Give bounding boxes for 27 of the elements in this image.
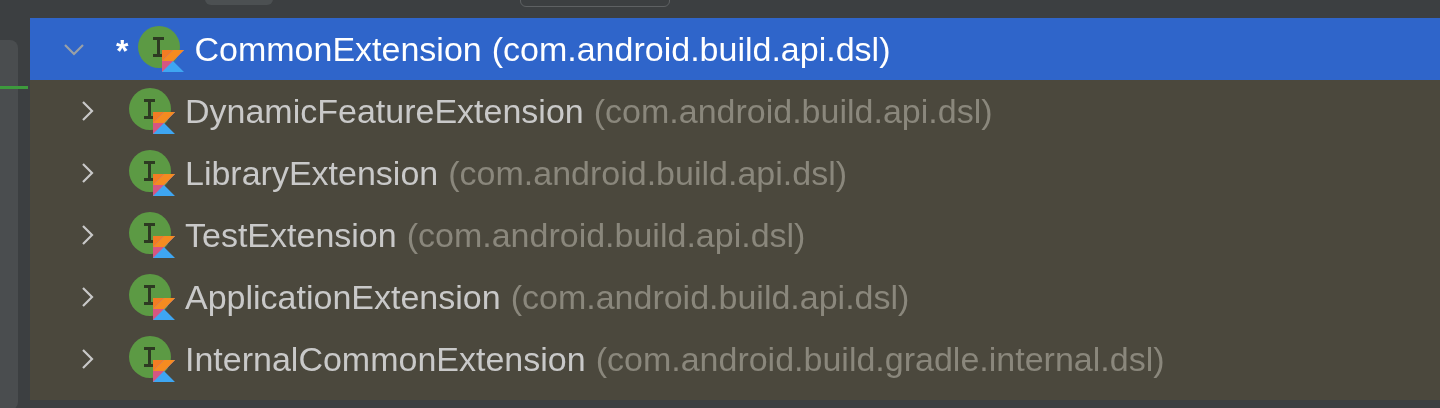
class-name: TestExtension xyxy=(185,215,397,255)
tree-row[interactable]: LibraryExtension (com.android.build.api.dsl) xyxy=(30,142,1440,204)
kotlin-interface-icon xyxy=(129,212,175,258)
tree-row[interactable]: ApplicationExtension (com.android.build.api.dsl) xyxy=(30,266,1440,328)
scrollbar[interactable] xyxy=(0,40,18,408)
class-name: InternalCommonExtension xyxy=(185,339,586,379)
modified-marker: * xyxy=(116,32,129,70)
kotlin-interface-icon xyxy=(129,150,175,196)
tree-row[interactable]: DynamicFeatureExtension (com.android.build.api.dsl) xyxy=(30,80,1440,142)
change-marker xyxy=(0,86,28,89)
kotlin-interface-icon xyxy=(129,274,175,320)
package-name: (com.android.build.api.dsl) xyxy=(448,153,847,193)
kotlin-interface-icon xyxy=(129,88,175,134)
class-name: CommonExtension xyxy=(194,29,482,69)
class-name: LibraryExtension xyxy=(185,153,439,193)
class-name: ApplicationExtension xyxy=(185,277,501,317)
package-name: (com.android.build.api.dsl) xyxy=(593,91,993,131)
tree-row[interactable]: * CommonExtension (com.android.build.api.dsl) xyxy=(30,18,1440,80)
tree-row[interactable]: InternalCommonExtension (com.android.build.gradle.internal.dsl) xyxy=(30,328,1440,390)
package-name: (com.android.build.api.dsl) xyxy=(491,29,891,69)
kotlin-interface-icon xyxy=(129,336,175,382)
class-name: DynamicFeatureExtension xyxy=(185,91,584,131)
tree-row[interactable]: TestExtension (com.android.build.api.dsl) xyxy=(30,204,1440,266)
package-name: (com.android.build.gradle.internal.dsl) xyxy=(595,339,1165,379)
kotlin-interface-icon xyxy=(138,26,185,72)
package-name: (com.android.build.api.dsl) xyxy=(406,215,806,255)
package-name: (com.android.build.api.dsl) xyxy=(510,277,910,317)
